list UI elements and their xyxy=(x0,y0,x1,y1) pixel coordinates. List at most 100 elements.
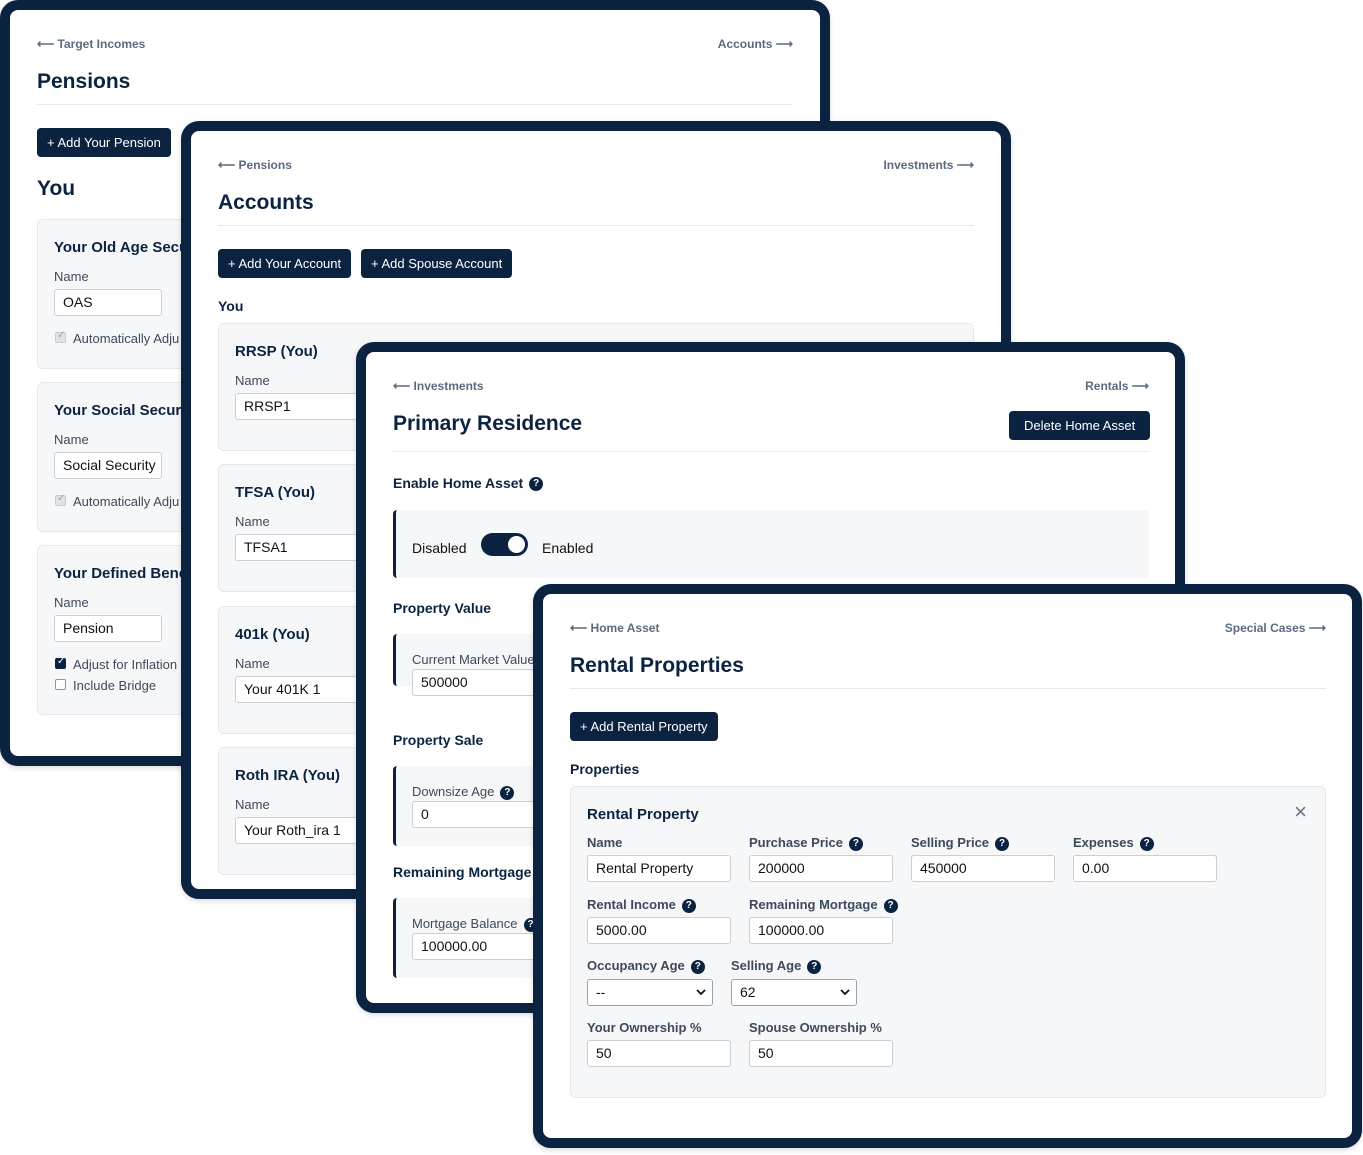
add-spouse-account-button[interactable]: + Add Spouse Account xyxy=(361,249,513,278)
help-icon[interactable]: ? xyxy=(807,959,822,974)
enable-home-asset-text: Enable Home Asset xyxy=(393,475,524,491)
name-label: Name xyxy=(235,514,270,529)
help-icon[interactable]: ? xyxy=(529,477,544,492)
expenses-input[interactable]: 0.00 xyxy=(1073,855,1217,882)
market-value-label: Current Market Value xyxy=(412,652,535,667)
card-title: Your Old Age Secur xyxy=(54,239,195,256)
add-rental-property-button[interactable]: + Add Rental Property xyxy=(570,712,718,741)
card-title: Your Defined Benef xyxy=(54,565,193,582)
remaining-mortgage-heading: Remaining Mortgage xyxy=(393,864,532,880)
divider xyxy=(393,451,1149,452)
name-input[interactable]: Rental Property xyxy=(587,855,731,882)
name-label: Name xyxy=(54,432,89,447)
name-input[interactable]: Pension xyxy=(54,615,162,642)
spouse-ownership-input[interactable]: 50 xyxy=(749,1040,893,1067)
name-label: Name xyxy=(235,797,270,812)
selling-age-text: Selling Age xyxy=(731,958,802,973)
divider xyxy=(570,688,1326,689)
divider xyxy=(37,104,793,105)
name-input[interactable]: OAS xyxy=(54,289,162,316)
nav-next-link[interactable]: Special Cases ⟶ xyxy=(1225,621,1326,635)
nav-next-link[interactable]: Investments ⟶ xyxy=(883,158,974,172)
rentals-panel: ⟵ Home Asset Special Cases ⟶ Rental Prop… xyxy=(533,584,1362,1148)
expenses-text: Expenses xyxy=(1073,835,1134,850)
selling-price-input[interactable]: 450000 xyxy=(911,855,1055,882)
section-heading: You xyxy=(37,177,76,200)
bridge-checkbox[interactable] xyxy=(55,679,66,690)
chevron-down-icon xyxy=(840,980,850,1015)
rental-property-card: Rental Property × Name Rental Property P… xyxy=(570,786,1326,1098)
remaining-mortgage-text: Remaining Mortgage xyxy=(749,897,878,912)
nav-prev-link[interactable]: ⟵ Investments xyxy=(393,379,484,393)
downsize-age-text: Downsize Age xyxy=(412,784,495,799)
selling-price-text: Selling Price xyxy=(911,835,990,850)
mortgage-balance-text: Mortgage Balance xyxy=(412,916,518,931)
rental-income-text: Rental Income xyxy=(587,897,676,912)
your-ownership-label: Your Ownership % xyxy=(587,1020,702,1035)
nav-prev-link[interactable]: ⟵ Home Asset xyxy=(570,621,659,635)
help-icon[interactable]: ? xyxy=(681,898,696,913)
nav-next-link[interactable]: Accounts ⟶ xyxy=(718,37,793,51)
purchase-price-text: Purchase Price xyxy=(749,835,843,850)
occupancy-age-text: Occupancy Age xyxy=(587,958,685,973)
add-account-button[interactable]: + Add Your Account xyxy=(218,249,352,278)
rental-income-input[interactable]: 5000.00 xyxy=(587,917,731,944)
add-pension-button[interactable]: + Add Your Pension xyxy=(37,128,171,157)
card-title: Roth IRA (You) xyxy=(235,767,340,784)
section-heading: Properties xyxy=(570,761,640,777)
card-title: Your Social Securit xyxy=(54,402,191,419)
section-heading: You xyxy=(218,298,244,314)
divider xyxy=(218,225,974,226)
close-icon[interactable]: × xyxy=(1294,801,1307,823)
name-label: Name xyxy=(235,656,270,671)
page-title: Primary Residence xyxy=(393,412,583,435)
your-ownership-input[interactable]: 50 xyxy=(587,1040,731,1067)
name-input[interactable]: Social Security xyxy=(54,452,162,479)
spouse-ownership-label: Spouse Ownership % xyxy=(749,1020,882,1035)
help-icon[interactable]: ? xyxy=(883,898,898,913)
toggle-on-label: Enabled xyxy=(542,540,594,556)
page-title: Accounts xyxy=(218,191,314,214)
help-icon[interactable]: ? xyxy=(995,836,1010,851)
card-title: RRSP (You) xyxy=(235,343,318,360)
inflation-checkbox[interactable]: ✓ xyxy=(55,656,66,669)
enable-home-asset-label: Enable Home Asset? xyxy=(393,475,544,492)
delete-home-asset-button[interactable]: Delete Home Asset xyxy=(1009,411,1151,440)
auto-adjust-label: Automatically Adju xyxy=(73,494,180,509)
rental-income-label: Rental Income? xyxy=(587,897,696,913)
purchase-price-input[interactable]: 200000 xyxy=(749,855,893,882)
bridge-label: Include Bridge xyxy=(73,678,157,693)
help-icon[interactable]: ? xyxy=(500,785,515,800)
help-icon[interactable]: ? xyxy=(690,959,705,974)
selling-age-value: 62 xyxy=(740,984,756,1000)
page-title: Rental Properties xyxy=(570,654,744,677)
expenses-label: Expenses? xyxy=(1073,835,1154,851)
help-icon[interactable]: ? xyxy=(1139,836,1154,851)
auto-adjust-checkbox[interactable]: ✓ xyxy=(55,330,66,343)
nav-prev-link[interactable]: ⟵ Target Incomes xyxy=(37,37,145,51)
inflation-label: Adjust for Inflation xyxy=(73,657,178,672)
nav-prev-link[interactable]: ⟵ Pensions xyxy=(218,158,292,172)
mortgage-balance-label: Mortgage Balance? xyxy=(412,916,538,932)
occupancy-age-select[interactable]: -- xyxy=(587,979,713,1006)
auto-adjust-label: Automatically Adju xyxy=(73,331,180,346)
toggle-knob xyxy=(508,536,525,553)
help-icon[interactable]: ? xyxy=(848,836,863,851)
enable-toggle[interactable] xyxy=(481,533,528,556)
card-title: TFSA (You) xyxy=(235,484,315,501)
auto-adjust-checkbox[interactable]: ✓ xyxy=(55,493,66,506)
name-label: Name xyxy=(235,373,270,388)
remaining-mortgage-input[interactable]: 100000.00 xyxy=(749,917,893,944)
purchase-price-label: Purchase Price? xyxy=(749,835,863,851)
selling-price-label: Selling Price? xyxy=(911,835,1010,851)
property-sale-heading: Property Sale xyxy=(393,732,484,748)
nav-next-link[interactable]: Rentals ⟶ xyxy=(1085,379,1149,393)
name-label: Name xyxy=(587,835,623,850)
selling-age-select[interactable]: 62 xyxy=(731,979,857,1006)
property-value-heading: Property Value xyxy=(393,600,492,616)
chevron-down-icon xyxy=(696,980,706,1015)
downsize-age-label: Downsize Age? xyxy=(412,784,515,800)
card-title: Rental Property xyxy=(587,806,699,823)
card-title: 401k (You) xyxy=(235,626,310,643)
name-label: Name xyxy=(54,269,89,284)
